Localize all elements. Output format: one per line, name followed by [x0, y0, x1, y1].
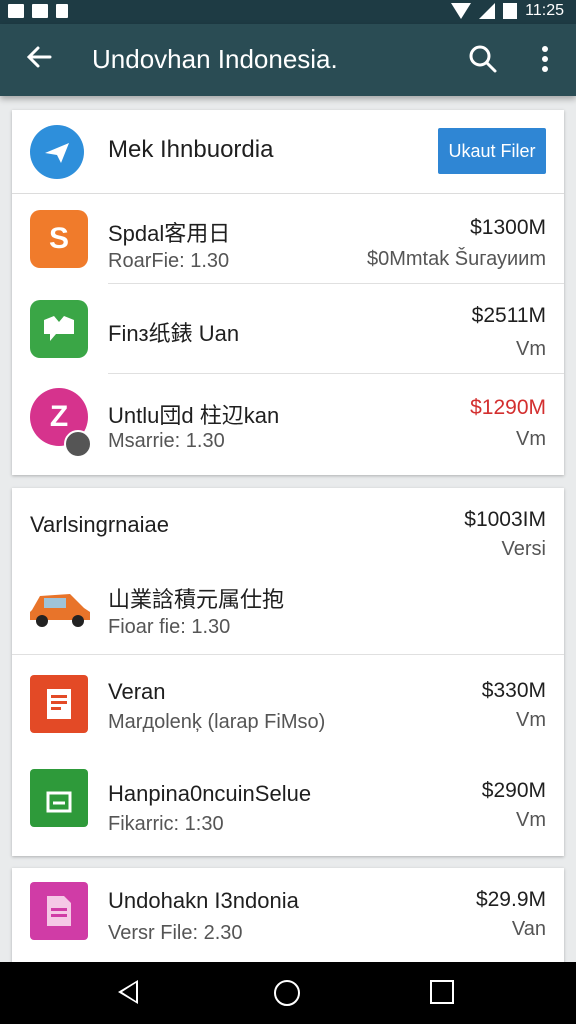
item-detail: Vm [516, 428, 546, 450]
item-detail: Vm [516, 709, 546, 731]
item-price: $290M [481, 779, 546, 802]
battery-icon [503, 3, 518, 19]
image-notification-icon [8, 4, 24, 18]
more-options-icon[interactable] [542, 46, 550, 74]
list-card: Varlsingrnaiae $1003IM Versi 山業誝積元属仕抱 Fi… [12, 488, 564, 856]
item-subtitle: Msarrie: 1.30 [108, 430, 225, 452]
section-header: Varlsingrnaiae $1003IM Versi [12, 488, 564, 568]
item-price: $1290M [470, 396, 546, 419]
item-name: Undohakn I3ndonia [108, 888, 299, 913]
item-detail: Van [511, 918, 546, 940]
app-bar: Undovhan Indonesia. [0, 24, 576, 96]
item-name: Hanpina0ncuinSelue [108, 781, 312, 806]
page-title: Undovhan Indonesia. [92, 44, 338, 74]
section-title: Varlsingrnaiae [30, 512, 170, 537]
search-icon[interactable] [468, 44, 498, 74]
item-name: Spdal客用日 [108, 221, 231, 246]
item-name: Untlu団d 柱辺kan [108, 403, 280, 428]
badge-icon [64, 430, 92, 458]
list-item[interactable]: Hanpina0ncuinSelue Fikarric: 1:30 $290M … [12, 755, 564, 855]
plane-icon [30, 125, 84, 179]
list-item[interactable]: Undohakn I3ndonia Versr File: 2.30 $29.9… [12, 868, 564, 964]
status-time: 11:25 [525, 2, 564, 19]
list-item[interactable]: Z Untlu団d 柱辺kan Msarrie: 1.30 $1290M Vm [12, 374, 564, 464]
item-price: $1300M [470, 216, 546, 239]
wifi-icon [451, 3, 472, 19]
card-header-title: Mek Ihnbuordia [108, 136, 274, 163]
file-icon [30, 882, 88, 940]
document-icon [30, 675, 88, 733]
nav-home-icon[interactable] [274, 980, 300, 1006]
system-nav-bar [0, 962, 576, 1024]
item-name: Veran [108, 679, 166, 704]
section-detail: Versi [501, 538, 546, 560]
item-detail: $0Mmtak Šuгауииm [366, 248, 546, 270]
list-item[interactable]: 山業誝積元属仕抱 Fioar fie: 1.30 [12, 568, 564, 654]
signal-icon [479, 3, 496, 19]
bag-icon [30, 769, 88, 827]
list-card: Undohakn I3ndonia Versr File: 2.30 $29.9… [12, 868, 564, 968]
item-name: Finз纸錶 Uan [108, 321, 240, 346]
card-header: Mek Ihnbuordia Ukaut Filer [12, 110, 564, 194]
s-logo-icon: S [30, 210, 88, 268]
item-subtitle: Versr File: 2.30 [108, 922, 243, 944]
item-name: 山業誝積元属仕抱 [108, 587, 285, 612]
item-detail: Vm [516, 338, 546, 360]
item-detail: Vm [516, 809, 546, 831]
item-price: $29.9M [475, 888, 546, 911]
list-item[interactable]: Veran Marдolenķ (larap FiMso) $330M Vm [12, 655, 564, 755]
item-price: $2511M [471, 304, 546, 327]
upload-file-button[interactable]: Ukaut Filer [438, 128, 546, 174]
nav-back-icon[interactable] [118, 980, 138, 1004]
item-subtitle: Fikarric: 1:30 [108, 813, 224, 835]
item-subtitle: Roar​Fie: 1.30 [108, 250, 230, 272]
item-subtitle: Fioar fie: 1.30 [108, 616, 231, 638]
list-item[interactable]: S Spdal客用日 Roar​Fie: 1.30 $1300M $0Mmtak… [12, 194, 564, 284]
photo-notification-icon [32, 4, 48, 18]
sd-card-icon [56, 4, 68, 18]
item-price: $330M [481, 679, 546, 702]
chat-bubble-icon [30, 300, 88, 358]
list-item[interactable]: Finз纸錶 Uan $2511M Vm [12, 284, 564, 374]
section-price: $1003IM [464, 508, 546, 531]
nav-recents-icon[interactable] [430, 980, 454, 1004]
featured-card: Mek Ihnbuordia Ukaut Filer S Spdal客用日 Ro… [12, 110, 564, 475]
car-icon [26, 576, 94, 634]
status-bar: 11:25 [0, 0, 576, 24]
item-subtitle: Marдolenķ (larap FiMso) [108, 711, 326, 733]
back-arrow-icon[interactable] [24, 42, 56, 78]
